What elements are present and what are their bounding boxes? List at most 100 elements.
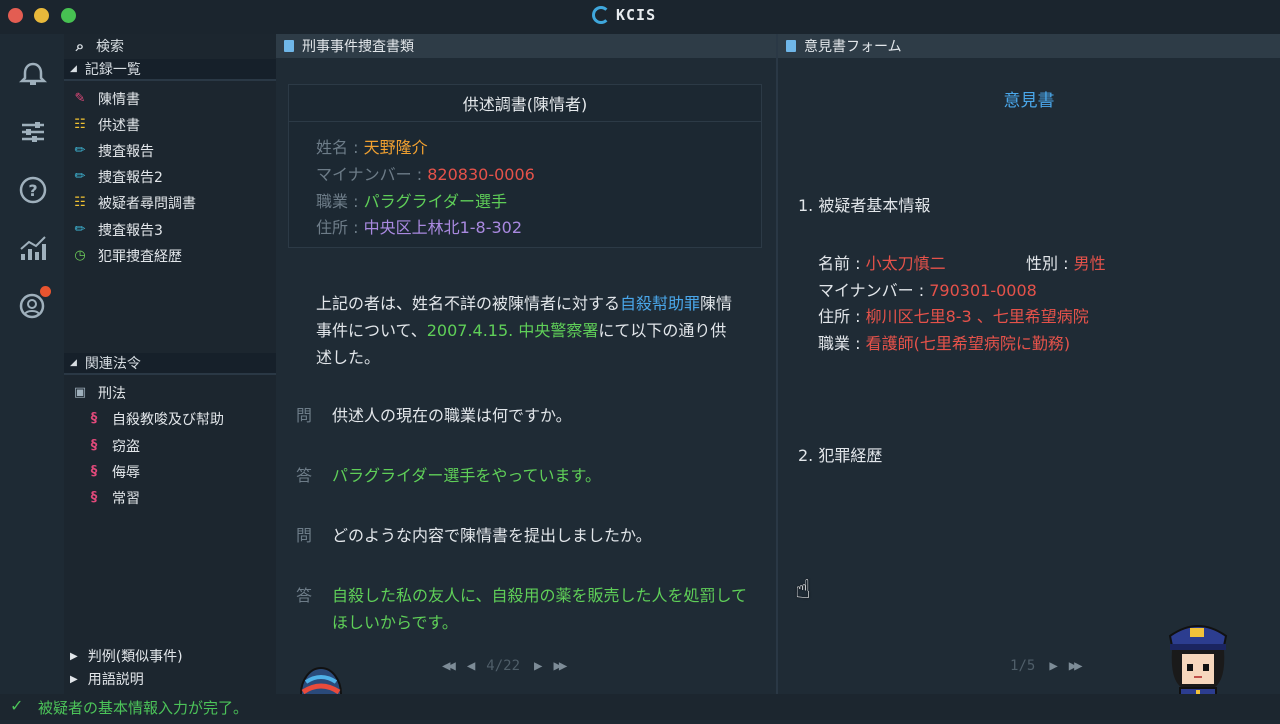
law-label: 窃盗	[112, 439, 140, 455]
check-icon: ✓	[10, 696, 24, 715]
law-item[interactable]: § 侮辱	[86, 460, 140, 484]
field-occupation[interactable]: 職業 : パラグライダー選手	[316, 188, 507, 212]
last-page-icon[interactable]: ▶▶	[553, 658, 567, 674]
folder-label: 刑法	[98, 386, 126, 402]
collapse-triangle-icon: ◢	[70, 64, 77, 74]
last-page-icon[interactable]: ▶▶	[1069, 658, 1083, 674]
document-icon: ☷	[74, 117, 86, 132]
logo-text: KCIS	[616, 6, 657, 24]
field-value: パラグライダー選手	[363, 192, 507, 211]
sidebar-item-report[interactable]: ✏ 捜査報告	[72, 139, 154, 163]
precedent-label: 判例(類似事件)	[87, 649, 183, 665]
document-icon: ☷	[74, 195, 86, 210]
help-icon[interactable]: ?	[17, 174, 49, 206]
opinion-title: 意見書	[1003, 91, 1055, 111]
page-indicator: 4/22	[486, 658, 521, 674]
sidebar-item-label: 被疑者尋問調書	[98, 196, 196, 212]
sidebar-item-interrogation[interactable]: ☷ 被疑者尋問調書	[72, 191, 196, 215]
section-basic-info: 1. 被疑者基本情報	[798, 196, 931, 215]
notification-badge	[40, 286, 51, 297]
law-item[interactable]: § 自殺教唆及び幇助	[86, 407, 224, 431]
notification-person-icon[interactable]	[17, 286, 51, 322]
status-message: 被疑者の基本情報入力が完了。	[38, 699, 249, 717]
laws-header-label: 関連法令	[84, 356, 141, 372]
laws-section-header[interactable]: ◢ 関連法令	[64, 353, 276, 375]
pen-icon: ✎	[74, 91, 86, 106]
document-icon	[284, 40, 294, 52]
statement-title: 供述調書(陳情者)	[289, 85, 761, 122]
sidebar-item-petition[interactable]: ✎ 陳情書	[72, 87, 140, 111]
field-value: 天野隆介	[363, 138, 428, 157]
law-item[interactable]: § 常習	[86, 486, 140, 510]
suspect-occupation[interactable]: 職業 : 看護師(七里希望病院に勤務)	[818, 330, 1070, 354]
law-item[interactable]: § 窃盗	[86, 434, 140, 458]
sidebar-item-glossary[interactable]: ▶ 用語説明	[70, 667, 144, 691]
search-icon: ⌕	[75, 37, 85, 55]
sidebar-item-criminal-history[interactable]: ◷ 犯罪捜査経歴	[72, 244, 182, 268]
chart-icon[interactable]	[17, 232, 49, 264]
pencil-icon: ✏	[74, 222, 86, 237]
sidebar-item-label: 捜査報告	[98, 144, 154, 160]
sidebar-search[interactable]: ⌕ 検索	[64, 34, 284, 58]
document-panel: 刑事事件捜査書類 供述調書(陳情者) 姓名 : 天野隆介 マイナンバー : 82…	[276, 34, 776, 694]
sidebar-item-label: 捜査報告2	[98, 170, 163, 186]
next-page-icon[interactable]: ▶	[534, 658, 543, 674]
qa-answer: 答 パラグライダー選手をやっています。	[296, 466, 601, 485]
opinion-form-panel: 意見書フォーム 意見書 1. 被疑者基本情報 名前 : 小太刀慎二 性別 : 男…	[778, 34, 1280, 694]
document-pager: ◀◀ ◀ 4/22 ▶ ▶▶	[442, 658, 567, 674]
title-bar: KCIS	[0, 0, 1280, 34]
records-header-label: 記録一覧	[84, 62, 141, 78]
app-logo: KCIS	[592, 6, 656, 24]
folder-criminal-law[interactable]: ▣ 刑法	[72, 381, 126, 405]
document-tab-label: 刑事事件捜査書類	[302, 39, 414, 55]
opinion-tab-label: 意見書フォーム	[804, 39, 902, 55]
page-indicator: 1/5	[1010, 658, 1036, 674]
sidebar-item-label: 陳情書	[98, 92, 140, 108]
records-section-header[interactable]: ◢ 記録一覧	[64, 59, 276, 81]
crime-keyword[interactable]: 自殺幇助罪	[620, 294, 700, 313]
law-icon: §	[90, 438, 98, 453]
mouse-cursor-icon: ☝	[795, 575, 811, 605]
history-icon: ◷	[74, 248, 86, 263]
bell-icon[interactable]	[17, 58, 49, 90]
collapse-triangle-icon: ◢	[70, 358, 77, 368]
folder-icon: ▣	[73, 385, 87, 400]
minimize-window-button[interactable]	[34, 8, 49, 23]
date-location-keyword[interactable]: 2007.4.15. 中央警察署	[427, 321, 599, 340]
qa-question: 問 どのような内容で陳情書を提出しましたか。	[296, 526, 652, 545]
opinion-tab[interactable]: 意見書フォーム	[778, 34, 1280, 58]
sidebar-item-statement[interactable]: ☷ 供述書	[72, 113, 140, 137]
opinion-pager: 1/5 ▶ ▶▶	[1010, 658, 1083, 674]
sidebar-item-report-3[interactable]: ✏ 捜査報告3	[72, 218, 163, 242]
law-label: 侮辱	[112, 465, 140, 481]
field-mynumber[interactable]: マイナンバー : 820830-0006	[316, 161, 535, 185]
field-value: 中央区上林北1-8-302	[363, 218, 523, 237]
status-bar: ✓ 被疑者の基本情報入力が完了。	[0, 694, 1280, 720]
field-value: 820830-0006	[427, 165, 535, 184]
qa-question: 問 供述人の現在の職業は何ですか。	[296, 406, 572, 425]
expand-triangle-icon: ▶	[70, 650, 78, 662]
document-tab[interactable]: 刑事事件捜査書類	[276, 34, 776, 58]
sliders-icon[interactable]	[17, 116, 49, 148]
prev-page-icon[interactable]: ◀	[467, 658, 476, 674]
search-label: 検索	[96, 39, 124, 55]
sidebar: ⌕ 検索 ◢ 記録一覧 ✎ 陳情書 ☷ 供述書 ✏ 捜査報告 ✏ 捜査報告2 ☷…	[64, 34, 284, 694]
logo-icon	[592, 6, 610, 24]
suspect-mynumber[interactable]: マイナンバー : 790301-0008	[818, 277, 1037, 301]
sidebar-item-report-2[interactable]: ✏ 捜査報告2	[72, 165, 163, 189]
close-window-button[interactable]	[8, 8, 23, 23]
suspect-address[interactable]: 住所 : 柳川区七里8-3 、七里希望病院	[818, 303, 1089, 327]
law-icon: §	[90, 464, 98, 479]
field-name[interactable]: 姓名 : 天野隆介	[316, 134, 428, 158]
next-page-icon[interactable]: ▶	[1049, 658, 1058, 674]
field-address[interactable]: 住所 : 中央区上林北1-8-302	[316, 214, 522, 238]
statement-intro: 上記の者は、姓名不詳の被陳情者に対する自殺幇助罪陳情事件について、2007.4.…	[316, 294, 733, 367]
suspect-sex[interactable]: 性別 : 男性	[1026, 250, 1106, 274]
sidebar-item-label: 供述書	[98, 118, 140, 134]
qa-answer: 答 自殺した私の友人に、自殺用の薬を販売した人を処罰してほしいからです。	[296, 586, 748, 632]
sidebar-item-precedents[interactable]: ▶ 判例(類似事件)	[70, 644, 183, 668]
law-icon: §	[90, 490, 98, 505]
maximize-window-button[interactable]	[61, 8, 76, 23]
first-page-icon[interactable]: ◀◀	[442, 658, 456, 674]
suspect-name[interactable]: 名前 : 小太刀慎二	[818, 250, 946, 274]
